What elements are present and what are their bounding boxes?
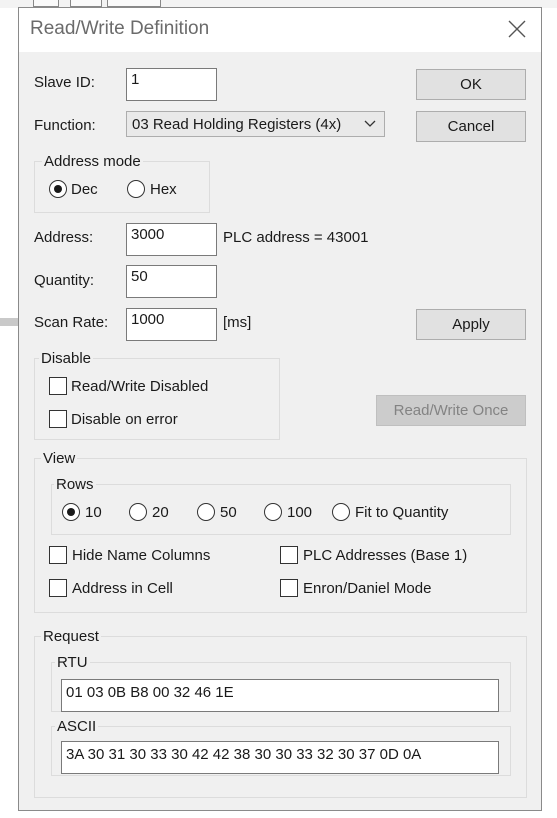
enron-daniel-mode-label[interactable]: Enron/Daniel Mode bbox=[303, 580, 431, 597]
dialog-title: Read/Write Definition bbox=[30, 18, 210, 39]
view-group-label: View bbox=[41, 450, 78, 467]
ascii-group-label: ASCII bbox=[55, 718, 99, 735]
rtu-request-field[interactable]: 01 03 0B B8 00 32 46 1E bbox=[61, 679, 499, 712]
plc-addresses-checkbox[interactable] bbox=[280, 546, 298, 564]
address-mode-hex-radio[interactable] bbox=[127, 180, 145, 198]
rows-fit-to-quantity-radio[interactable] bbox=[332, 503, 350, 521]
read-write-definition-dialog: Read/Write Definition Slave ID: 1 Functi… bbox=[18, 7, 542, 811]
cancel-button[interactable]: Cancel bbox=[416, 111, 526, 142]
address-mode-label: Address mode bbox=[42, 153, 143, 170]
radio-selected-dot bbox=[67, 508, 75, 516]
read-write-disabled-checkbox[interactable] bbox=[49, 377, 67, 395]
rows-fit-to-quantity-label[interactable]: Fit to Quantity bbox=[355, 504, 448, 521]
disable-group-label: Disable bbox=[39, 350, 94, 367]
rows-10-radio[interactable] bbox=[62, 503, 80, 521]
background-window-edge bbox=[0, 318, 18, 326]
slave-id-input[interactable]: 1 bbox=[126, 68, 217, 101]
rows-group-label: Rows bbox=[54, 476, 96, 493]
close-icon[interactable] bbox=[505, 17, 529, 41]
plc-address-readout: PLC address = 43001 bbox=[223, 229, 369, 246]
plc-addresses-label[interactable]: PLC Addresses (Base 1) bbox=[303, 547, 467, 564]
rows-50-label[interactable]: 50 bbox=[220, 504, 237, 521]
chevron-down-icon bbox=[364, 120, 376, 127]
address-in-cell-checkbox[interactable] bbox=[49, 579, 67, 597]
read-write-disabled-label[interactable]: Read/Write Disabled bbox=[71, 378, 208, 395]
rows-10-label[interactable]: 10 bbox=[85, 504, 102, 521]
apply-button[interactable]: Apply bbox=[416, 309, 526, 340]
ascii-request-field[interactable]: 3A 30 31 30 33 30 42 42 38 30 30 33 32 3… bbox=[61, 741, 499, 774]
rows-100-label[interactable]: 100 bbox=[287, 504, 312, 521]
rows-100-radio[interactable] bbox=[264, 503, 282, 521]
background-toolbar-icon bbox=[70, 0, 102, 7]
slave-id-label: Slave ID: bbox=[34, 74, 95, 91]
function-selected-value: 03 Read Holding Registers (4x) bbox=[132, 116, 342, 133]
rows-50-radio[interactable] bbox=[197, 503, 215, 521]
address-label: Address: bbox=[34, 229, 94, 246]
rows-20-radio[interactable] bbox=[129, 503, 147, 521]
enron-daniel-mode-checkbox[interactable] bbox=[280, 579, 298, 597]
rtu-group-label: RTU bbox=[55, 654, 90, 671]
quantity-input[interactable]: 50 bbox=[126, 265, 217, 298]
function-label: Function: bbox=[34, 117, 96, 134]
function-select[interactable]: 03 Read Holding Registers (4x) bbox=[126, 111, 385, 137]
radio-selected-dot bbox=[54, 185, 62, 193]
address-input[interactable]: 3000 bbox=[126, 223, 217, 256]
background-toolbar-icon bbox=[33, 0, 59, 7]
request-group-label: Request bbox=[41, 628, 101, 645]
disable-on-error-label[interactable]: Disable on error bbox=[71, 411, 178, 428]
scan-rate-label: Scan Rate: bbox=[34, 314, 109, 331]
hide-name-columns-label[interactable]: Hide Name Columns bbox=[72, 547, 210, 564]
title-bar: Read/Write Definition bbox=[19, 8, 541, 52]
disable-on-error-checkbox[interactable] bbox=[49, 410, 67, 428]
read-write-once-button[interactable]: Read/Write Once bbox=[376, 395, 526, 426]
address-mode-dec-label[interactable]: Dec bbox=[71, 181, 98, 198]
hide-name-columns-checkbox[interactable] bbox=[49, 546, 67, 564]
ok-button[interactable]: OK bbox=[416, 69, 526, 100]
scan-rate-input[interactable]: 1000 bbox=[126, 308, 217, 341]
rows-20-label[interactable]: 20 bbox=[152, 504, 169, 521]
address-mode-hex-label[interactable]: Hex bbox=[150, 181, 177, 198]
scan-rate-unit: [ms] bbox=[223, 314, 252, 331]
quantity-label: Quantity: bbox=[34, 272, 95, 289]
address-mode-dec-radio[interactable] bbox=[49, 180, 67, 198]
background-toolbar-icon bbox=[107, 0, 161, 7]
address-in-cell-label[interactable]: Address in Cell bbox=[72, 580, 173, 597]
